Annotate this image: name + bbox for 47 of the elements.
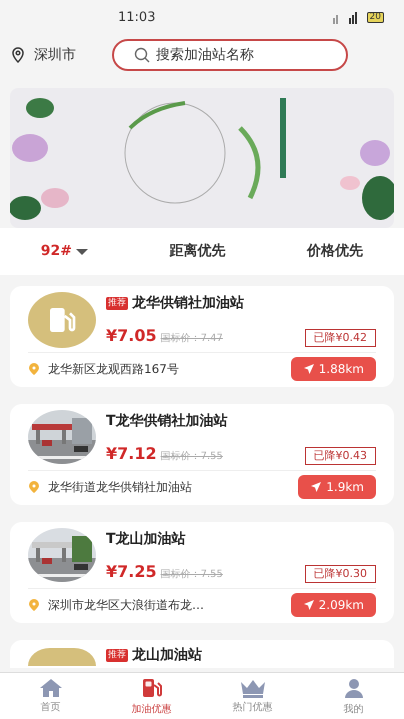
- station-price: ¥7.12: [106, 443, 157, 465]
- recommend-tag: 推荐: [106, 296, 128, 310]
- station-logo: [28, 648, 96, 666]
- discount-badge: 已降¥0.30: [304, 565, 376, 583]
- location-pin-icon: [28, 363, 40, 375]
- navigation-arrow-icon: [302, 599, 315, 611]
- home-icon: [38, 678, 62, 698]
- navigation-arrow-icon: [310, 481, 322, 493]
- status-time: 11:03: [118, 8, 156, 27]
- caret-icon: [76, 248, 88, 256]
- navigation-arrow-icon: [302, 363, 315, 375]
- list-price: 国标价：7.47: [160, 332, 223, 346]
- sort-tab[interactable]: 92#: [40, 241, 88, 262]
- distance-button[interactable]: 1.88km: [290, 357, 376, 381]
- nav-tab[interactable]: 加油优惠: [101, 673, 202, 719]
- sort-tab[interactable]: 距离优先: [170, 241, 226, 262]
- location-pin-icon: [28, 481, 40, 493]
- discount-badge: 已降¥0.43: [304, 447, 376, 465]
- station-address: 深圳市龙华区大浪街道布龙…: [48, 597, 204, 614]
- station-price: ¥7.05: [106, 325, 157, 347]
- nav-tab[interactable]: 我的: [303, 673, 404, 719]
- list-price: 国标价：7.55: [160, 568, 223, 582]
- nav-tab[interactable]: 热门优惠: [202, 673, 303, 719]
- discount-badge: 已降¥0.42: [304, 329, 376, 347]
- recommend-tag: 推荐: [106, 648, 128, 662]
- station-card[interactable]: T龙华供销社加油站 ¥7.12 国标价：7.55 已降¥0.43 龙华街道龙华供销社加油站 1.9km: [10, 404, 394, 505]
- station-card[interactable]: 推荐 龙山加油站: [10, 640, 394, 668]
- search-icon: [134, 47, 150, 63]
- station-card[interactable]: 推荐 龙华供销社加油站 ¥7.05 国标价：7.47 已降¥0.42 龙华新区龙观西路167号 1.88km: [10, 286, 394, 387]
- location-icon: [10, 47, 26, 63]
- crown-icon: [238, 678, 266, 698]
- search-field[interactable]: 搜索加油站名称: [112, 39, 348, 71]
- station-name: T龙华供销社加油站: [106, 412, 228, 430]
- station-card[interactable]: T龙山加油站 ¥7.25 国标价：7.55 已降¥0.30 深圳市龙华区大浪街道布龙… 2.09km: [10, 522, 394, 623]
- city-label[interactable]: 深圳市: [34, 44, 104, 66]
- nav-tab[interactable]: 首页: [0, 673, 101, 719]
- station-name: 龙山加油站: [132, 646, 202, 664]
- station-name: 龙华供销社加油站: [132, 294, 244, 312]
- station-name: T龙山加油站: [106, 530, 186, 548]
- location-pin-icon: [28, 599, 40, 611]
- distance-button[interactable]: 1.9km: [298, 475, 376, 499]
- station-address: 龙华新区龙观西路167号: [48, 361, 179, 378]
- sort-tab[interactable]: 价格优先: [307, 241, 364, 262]
- station-address: 龙华街道龙华供销社加油站: [48, 479, 192, 496]
- list-price: 国标价：7.55: [160, 450, 223, 464]
- station-price: ¥7.25: [106, 561, 157, 583]
- distance-button[interactable]: 2.09km: [290, 593, 376, 617]
